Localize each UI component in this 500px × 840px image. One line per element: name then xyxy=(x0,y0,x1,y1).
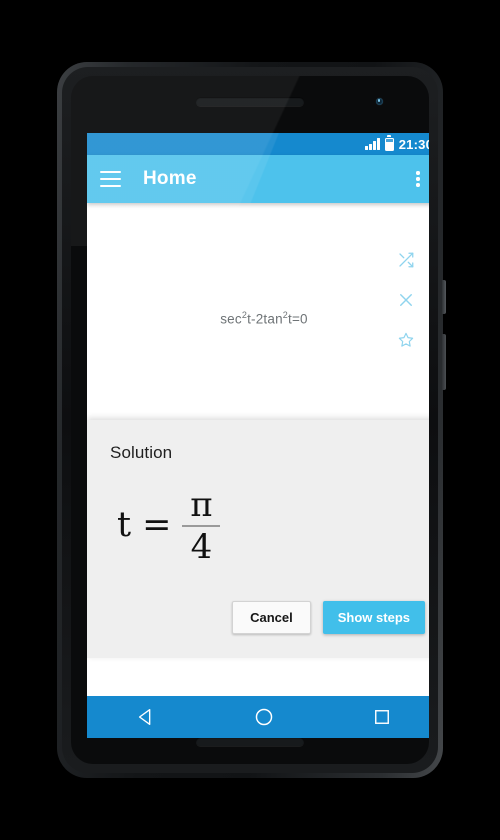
bottom-speaker-grill xyxy=(196,737,304,746)
equation-tail: t=0 xyxy=(288,311,308,327)
equation-input-row[interactable]: sec2t-2tan2t=0 xyxy=(87,289,429,347)
show-steps-button[interactable]: Show steps xyxy=(322,601,425,634)
signal-bars-icon xyxy=(365,138,380,150)
device-inner-bezel: 21:30 Home xyxy=(62,67,438,773)
solution-title: Solution xyxy=(110,443,173,462)
cancel-button[interactable]: Cancel xyxy=(232,601,311,634)
front-camera xyxy=(376,98,383,105)
android-navigation-bar xyxy=(87,696,429,738)
hamburger-menu-icon[interactable] xyxy=(100,171,121,187)
fraction-denominator: 4 xyxy=(190,526,213,567)
overflow-menu-icon[interactable] xyxy=(408,169,428,189)
dialog-button-row: Cancel Show steps xyxy=(232,601,425,634)
phone-device-frame: 21:30 Home xyxy=(57,62,446,778)
shuffle-icon[interactable] xyxy=(397,251,415,269)
earpiece-speaker xyxy=(196,97,304,106)
fraction-numerator: π xyxy=(190,485,213,525)
solution-equals-sign: = xyxy=(142,505,172,546)
page-title: Home xyxy=(143,168,197,189)
status-bar: 21:30 xyxy=(87,133,429,155)
device-front-glass: 21:30 Home xyxy=(71,76,429,764)
power-button[interactable] xyxy=(442,280,446,314)
battery-icon xyxy=(384,137,394,151)
solution-dialog: Solution t = π 4 Cancel Show steps xyxy=(87,420,429,658)
phone-screen: 21:30 Home xyxy=(87,133,429,738)
back-triangle-icon[interactable] xyxy=(120,696,172,738)
main-content: sec2t-2tan2t=0 ∫ ∫ab d/dx lim ∞ e xyxy=(87,203,429,658)
volume-button[interactable] xyxy=(442,334,446,390)
solution-fraction: π 4 xyxy=(182,485,221,567)
status-clock: 21:30 xyxy=(398,136,429,152)
recents-square-icon[interactable] xyxy=(356,696,408,738)
solution-variable: t xyxy=(117,505,132,546)
equation-mid: t-2tan xyxy=(247,311,283,327)
app-bar: Home xyxy=(87,133,429,203)
home-circle-icon[interactable] xyxy=(238,696,290,738)
equation-base1: sec xyxy=(220,311,242,327)
equation-text: sec2t-2tan2t=0 xyxy=(220,310,308,327)
solution-result: t = π 4 xyxy=(117,485,221,567)
